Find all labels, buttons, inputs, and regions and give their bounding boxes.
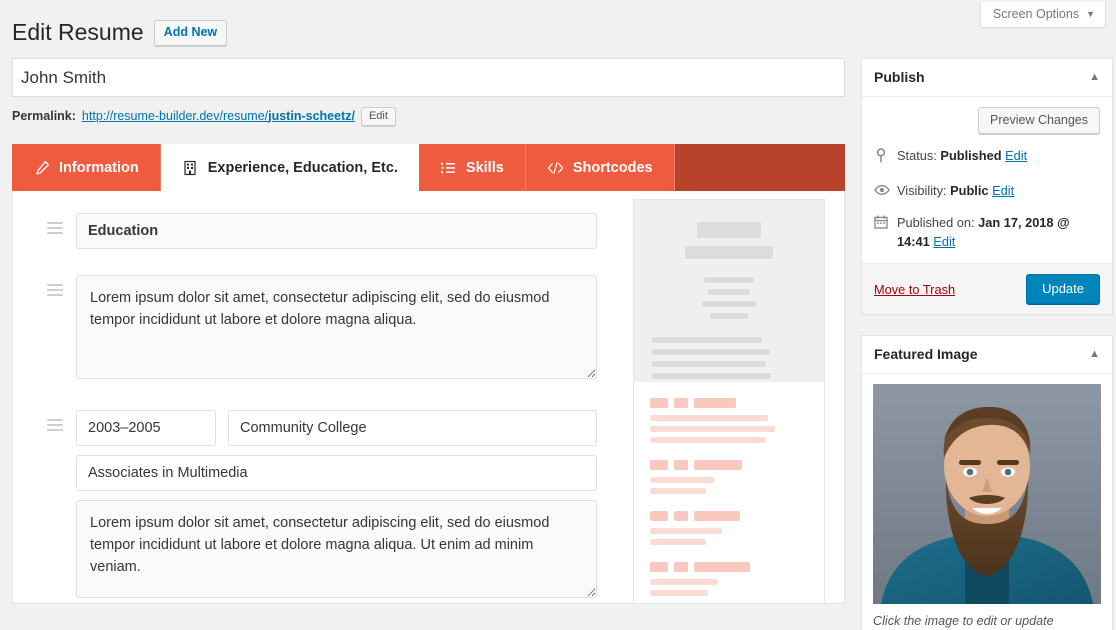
publish-panel-title: Publish bbox=[874, 69, 925, 85]
chevron-up-icon[interactable]: ▲ bbox=[1089, 71, 1100, 83]
section-title-input[interactable] bbox=[76, 213, 597, 249]
tab-information-label: Information bbox=[59, 159, 139, 176]
featured-image-caption[interactable]: Click the image to edit or update bbox=[873, 614, 1101, 628]
preview-header-skeleton bbox=[634, 200, 824, 394]
pencil-icon bbox=[33, 159, 50, 176]
visibility-edit-link[interactable]: Edit bbox=[992, 183, 1014, 198]
entry-organization-input[interactable] bbox=[228, 410, 597, 446]
post-title-input[interactable] bbox=[21, 67, 836, 88]
resume-tab-bar: Information Experience, Education, Etc. bbox=[12, 144, 845, 191]
drag-handle-icon[interactable] bbox=[47, 213, 63, 234]
status-text: Status: Published Edit bbox=[897, 147, 1027, 166]
entry-description-textarea[interactable]: Lorem ipsum dolor sit amet, consectetur … bbox=[76, 500, 597, 598]
page-title: Edit Resume bbox=[12, 19, 144, 45]
editor-panel: Lorem ipsum dolor sit amet, consectetur … bbox=[12, 191, 845, 604]
section-title-row bbox=[47, 213, 597, 249]
building-icon bbox=[182, 159, 199, 176]
update-button[interactable]: Update bbox=[1026, 274, 1100, 305]
preview-entry-skeleton bbox=[650, 460, 808, 494]
tab-shortcodes-label: Shortcodes bbox=[572, 159, 653, 176]
status-edit-link[interactable]: Edit bbox=[1005, 148, 1027, 163]
calendar-icon bbox=[874, 214, 890, 235]
featured-image-panel-header[interactable]: Featured Image ▲ bbox=[862, 336, 1112, 375]
screen-options-button[interactable]: Screen Options ▼ bbox=[979, 2, 1106, 28]
publish-panel-footer: Move to Trash Update bbox=[862, 263, 1112, 315]
add-new-button[interactable]: Add New bbox=[153, 19, 228, 46]
permalink-edit-button[interactable]: Edit bbox=[360, 106, 396, 126]
pin-icon bbox=[874, 147, 890, 169]
status-label: Status: bbox=[897, 148, 937, 163]
tab-skills[interactable]: Skills bbox=[418, 144, 526, 191]
page-header: Edit Resume Add New bbox=[12, 18, 228, 48]
permalink-label: Permalink: bbox=[12, 109, 76, 123]
featured-image-body: Click the image to edit or update bbox=[862, 374, 1112, 630]
featured-image-thumbnail[interactable] bbox=[873, 384, 1101, 605]
entry-years-input[interactable] bbox=[76, 410, 216, 446]
preview-entry-skeleton bbox=[650, 511, 808, 545]
wp-edit-resume-screen: Screen Options ▼ Edit Resume Add New Per… bbox=[0, 0, 1116, 630]
tab-skills-label: Skills bbox=[465, 159, 504, 176]
visibility-value: Public bbox=[950, 182, 989, 198]
preview-changes-button[interactable]: Preview Changes bbox=[978, 107, 1100, 134]
permalink-link[interactable]: http://resume-builder.dev/resume/justin-… bbox=[82, 106, 355, 126]
sidebar: Publish ▲ Preview Changes Status: Publis… bbox=[861, 58, 1113, 630]
code-icon bbox=[547, 159, 564, 176]
preview-body-skeleton bbox=[634, 382, 824, 596]
tab-experience-education[interactable]: Experience, Education, Etc. bbox=[160, 144, 419, 191]
preview-entry-skeleton bbox=[650, 562, 808, 596]
published-on-row: Published on: Jan 17, 2018 @ 14:41 Edit bbox=[874, 214, 1100, 251]
visibility-text: Visibility: Public Edit bbox=[897, 182, 1014, 201]
permalink-row: Permalink: http://resume-builder.dev/res… bbox=[12, 106, 845, 126]
drag-handle-icon[interactable] bbox=[47, 410, 63, 431]
screen-options-label: Screen Options bbox=[992, 7, 1080, 21]
entry-subtitle-input[interactable] bbox=[76, 455, 597, 491]
status-value: Published bbox=[940, 148, 1002, 163]
chevron-down-icon: ▼ bbox=[1086, 9, 1095, 19]
status-row: Status: Published Edit bbox=[874, 147, 1100, 169]
publish-panel-header[interactable]: Publish ▲ bbox=[862, 59, 1112, 97]
repeater-fields: Lorem ipsum dolor sit amet, consectetur … bbox=[13, 191, 597, 603]
section-description-textarea[interactable]: Lorem ipsum dolor sit amet, consectetur … bbox=[76, 275, 597, 379]
publish-panel: Publish ▲ Preview Changes Status: Publis… bbox=[861, 58, 1113, 316]
move-to-trash-link[interactable]: Move to Trash bbox=[874, 282, 955, 297]
entry-row: Lorem ipsum dolor sit amet, consectetur … bbox=[47, 410, 597, 603]
tab-experience-education-label: Experience, Education, Etc. bbox=[207, 159, 398, 176]
list-icon bbox=[440, 159, 457, 176]
published-on-label: Published on: bbox=[897, 215, 975, 231]
chevron-up-icon[interactable]: ▲ bbox=[1089, 348, 1100, 360]
tab-shortcodes[interactable]: Shortcodes bbox=[525, 144, 675, 191]
published-on-text: Published on: Jan 17, 2018 @ 14:41 Edit bbox=[897, 214, 1100, 251]
eye-icon bbox=[874, 182, 890, 202]
visibility-label: Visibility: bbox=[897, 182, 947, 198]
drag-handle-icon[interactable] bbox=[47, 275, 63, 296]
preview-entry-skeleton bbox=[650, 398, 808, 443]
featured-image-panel: Featured Image ▲ Click the image to edit… bbox=[861, 335, 1113, 630]
tab-information[interactable]: Information bbox=[12, 144, 161, 191]
visibility-row: Visibility: Public Edit bbox=[874, 182, 1100, 202]
permalink-base: http://resume-builder.dev/resume/ bbox=[81, 109, 269, 123]
publish-panel-body: Preview Changes Status: Published Edit V… bbox=[862, 97, 1112, 263]
permalink-slug: justin-scheetz/ bbox=[268, 109, 355, 123]
main-column: Permalink: http://resume-builder.dev/res… bbox=[12, 58, 845, 604]
resume-live-preview[interactable] bbox=[633, 199, 825, 604]
section-description-row: Lorem ipsum dolor sit amet, consectetur … bbox=[47, 275, 597, 384]
featured-image-panel-title: Featured Image bbox=[874, 346, 978, 363]
published-on-edit-link[interactable]: Edit bbox=[933, 234, 955, 249]
post-title-field[interactable] bbox=[12, 58, 845, 97]
